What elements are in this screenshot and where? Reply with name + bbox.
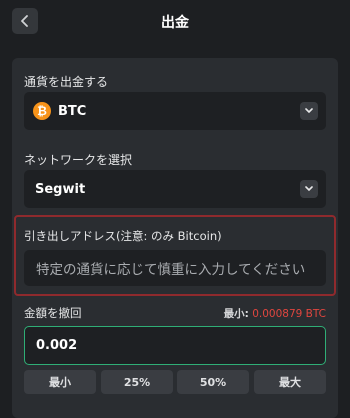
address-label: 引き出しアドレス(注意: のみ Bitcoin) [24, 229, 222, 243]
network-value: Segwit [35, 181, 86, 197]
min-button[interactable]: 最小 [24, 370, 96, 394]
header-bar: 出金 [0, 0, 350, 50]
currency-value: BTC [58, 103, 87, 119]
address-input[interactable]: 特定の通貨に応じて慎重に入力してください [24, 250, 326, 286]
chevron-down-icon[interactable] [300, 102, 318, 120]
25-percent-button[interactable]: 25% [101, 370, 173, 394]
network-select[interactable]: Segwit [24, 170, 326, 208]
amount-preset-buttons: 最小 25% 50% 最大 [24, 370, 326, 394]
currency-label: 通貨を出金する [24, 75, 109, 89]
max-button[interactable]: 最大 [254, 370, 326, 394]
chevron-down-icon[interactable] [300, 180, 318, 198]
bitcoin-icon: ₿ [33, 102, 51, 120]
page-title: 出金 [161, 15, 189, 31]
min-label: 最小: [223, 308, 249, 320]
amount-input[interactable]: 0.002 [24, 326, 326, 365]
network-label: ネットワークを選択 [24, 153, 133, 167]
min-value: 0.000879 BTC [252, 308, 326, 320]
amount-label: 金額を撤回 [24, 306, 82, 320]
minimum-amount: 最小: 0.000879 BTC [224, 306, 326, 321]
currency-select[interactable]: ₿ BTC [24, 92, 326, 130]
50-percent-button[interactable]: 50% [177, 370, 249, 394]
